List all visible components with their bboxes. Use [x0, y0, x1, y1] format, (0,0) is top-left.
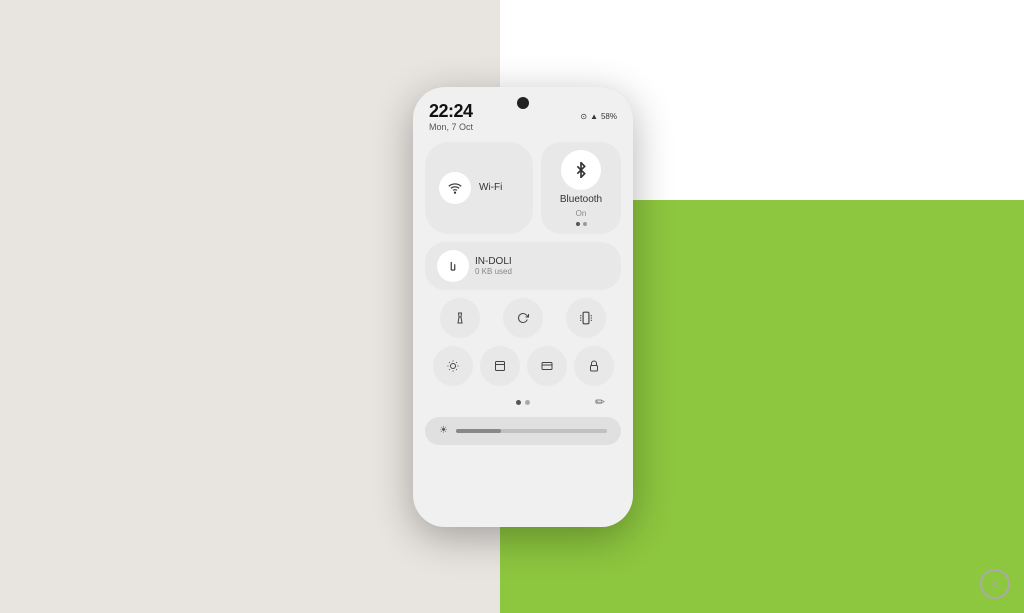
page-dot-1 — [516, 400, 521, 405]
wifi-status-icon: ⊙ — [580, 112, 587, 121]
brightness-fill — [456, 429, 501, 433]
tiles-row-3 — [425, 298, 621, 338]
wifi-tile-icon — [439, 172, 471, 204]
tiles-row-4 — [425, 346, 621, 386]
watermark-symbol: ⊙ — [992, 580, 999, 589]
page-indicators-row: ✏ — [425, 394, 621, 411]
flashlight-tile[interactable] — [440, 298, 480, 338]
bluetooth-icon-circle — [561, 150, 601, 190]
page-dot-2 — [525, 400, 530, 405]
watermark: ⊙ — [980, 569, 1010, 599]
mobile-data-label: IN-DOLI — [475, 256, 512, 267]
status-time: 22:24 — [429, 101, 473, 122]
wallet-tile[interactable] — [527, 346, 567, 386]
brightness-track — [456, 429, 607, 433]
wifi-tile-label: Wi-Fi — [479, 182, 502, 193]
quick-settings-panel: Wi-Fi Bluetooth On — [413, 136, 633, 455]
wifi-tile[interactable]: Wi-Fi — [425, 142, 533, 234]
bluetooth-tile-sublabel: On — [576, 209, 587, 218]
battery-icon: 58% — [601, 112, 617, 121]
status-icons: ⊙ ▲ 58% — [580, 112, 617, 121]
status-date: Mon, 7 Oct — [429, 122, 473, 132]
brightness-tile[interactable] — [433, 346, 473, 386]
phone-device: 22:24 Mon, 7 Oct ⊙ ▲ 58% — [413, 87, 633, 527]
edit-icon[interactable]: ✏ — [595, 395, 605, 409]
brightness-sun-icon: ☀ — [439, 425, 448, 436]
mobile-data-icon — [437, 250, 469, 282]
signal-icon: ▲ — [590, 112, 598, 121]
tiles-row-2: IN-DOLI 0 KB used — [425, 242, 621, 290]
phone-notch — [517, 97, 529, 109]
bluetooth-tile[interactable]: Bluetooth On — [541, 142, 621, 234]
brightness-slider[interactable]: ☀ — [425, 417, 621, 445]
mobile-data-tile[interactable]: IN-DOLI 0 KB used — [425, 242, 621, 290]
vibrate-tile[interactable] — [566, 298, 606, 338]
lock-tile[interactable] — [574, 346, 614, 386]
bluetooth-dots — [576, 222, 587, 226]
screenshot-tile[interactable] — [480, 346, 520, 386]
page-dots — [516, 400, 530, 405]
bluetooth-tile-label: Bluetooth — [560, 194, 602, 205]
status-bar: 22:24 Mon, 7 Oct ⊙ ▲ 58% — [413, 87, 633, 136]
phone-screen: 22:24 Mon, 7 Oct ⊙ ▲ 58% — [413, 87, 633, 527]
mobile-data-sublabel: 0 KB used — [475, 267, 512, 276]
tiles-row-1: Wi-Fi Bluetooth On — [425, 142, 621, 234]
rotate-tile[interactable] — [503, 298, 543, 338]
